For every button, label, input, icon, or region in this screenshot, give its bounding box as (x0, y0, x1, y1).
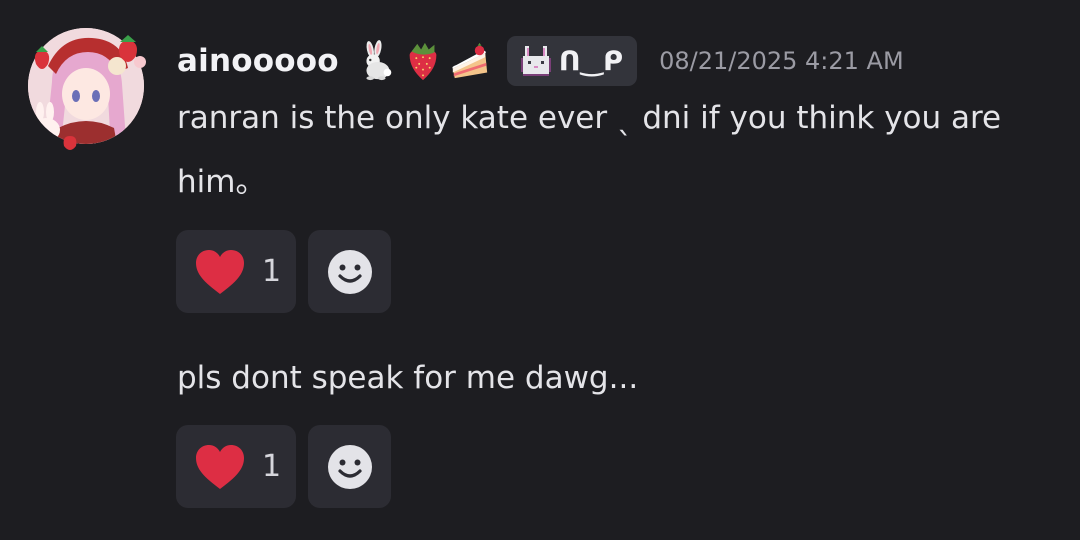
smiley-icon (327, 444, 372, 489)
reaction-heart[interactable]: 1 (176, 425, 296, 508)
smiley-icon (327, 249, 372, 294)
tag-text: ᑎ‿ᑭ (558, 45, 624, 77)
rabbit-icon (355, 39, 397, 83)
message-header: ainooooo ᑎ‿ᑭ 08/21/2025 4:21 AM (177, 34, 904, 88)
message-text: ranran is the only kate ever ˎ dni if yo… (177, 100, 1002, 200)
heart-icon (196, 249, 244, 294)
reaction-count: 1 (262, 254, 282, 289)
heart-icon (196, 444, 244, 489)
username[interactable]: ainooooo (177, 43, 339, 79)
add-reaction-button[interactable] (308, 425, 391, 508)
timestamp[interactable]: 08/21/2025 4:21 AM (659, 47, 904, 75)
user-tag[interactable]: ᑎ‿ᑭ (506, 36, 638, 86)
message-group: ainooooo ᑎ‿ᑭ 08/21/2025 4:21 AM ranran i… (0, 0, 1080, 540)
strawberry-icon (402, 39, 444, 83)
user-avatar[interactable] (22, 22, 150, 150)
message-text: pls dont speak for me dawg... (177, 360, 639, 396)
reaction-count: 1 (262, 449, 282, 484)
add-reaction-button[interactable] (308, 230, 391, 313)
reaction-bar: 1 (176, 425, 391, 508)
pixel-bunny-icon (520, 46, 551, 76)
cake-icon (449, 39, 491, 83)
reaction-bar: 1 (176, 230, 391, 313)
reaction-heart[interactable]: 1 (176, 230, 296, 313)
